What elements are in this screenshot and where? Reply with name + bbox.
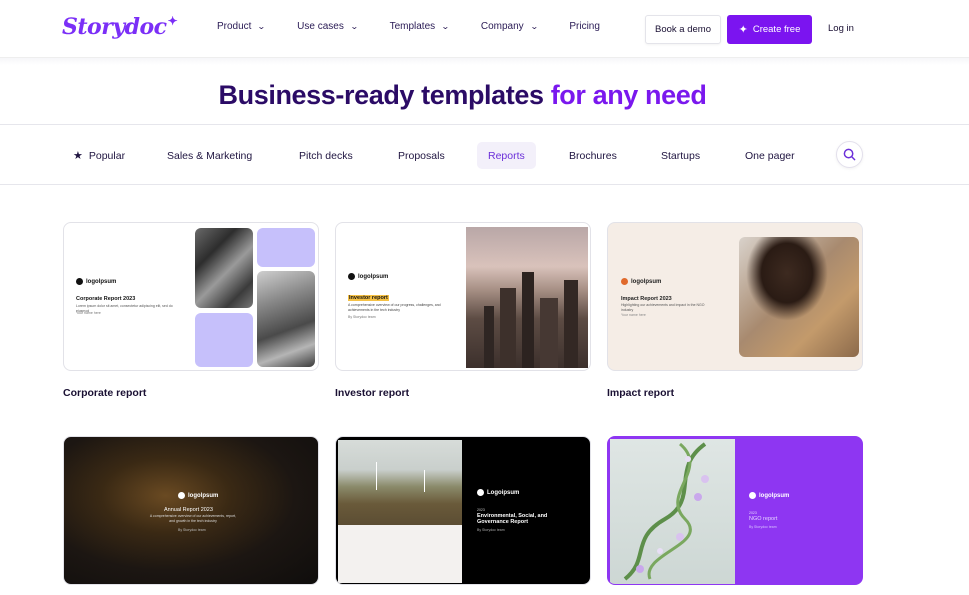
template-card-investor-report[interactable]: logolpsum Investor report A comprehensiv… [335, 222, 591, 371]
preview-logo: logolpsum [178, 492, 218, 499]
storydoc-logo[interactable]: Storydoc✦ [62, 14, 178, 40]
preview-body: A comprehensive overview of our progress… [348, 303, 441, 312]
search-button[interactable] [836, 141, 863, 168]
chevron-down-icon: ⌄ [529, 22, 539, 31]
tab-pitch-decks[interactable]: Pitch decks [288, 142, 364, 169]
preview-logo: logolpsum [621, 278, 661, 285]
sparkle-icon: ✦ [738, 24, 748, 36]
search-icon [843, 148, 856, 161]
chevron-down-icon: ⌄ [349, 22, 359, 31]
preview-meta: By Storydoc team [178, 528, 206, 532]
tab-sales-marketing[interactable]: Sales & Marketing [156, 142, 263, 169]
template-card-esg-report[interactable]: Logoipsum 2023 Environmental, Social, an… [335, 436, 591, 585]
menu-pricing[interactable]: Pricing [569, 21, 600, 32]
preview-photo [466, 227, 588, 368]
preview-meta: By Storydoc team [749, 525, 777, 529]
template-title[interactable]: Impact report [607, 387, 674, 399]
tab-brochures[interactable]: Brochures [558, 142, 628, 169]
preview-meta: Your name here [621, 313, 646, 317]
preview-logo: logolpsum [76, 278, 116, 285]
category-bar: ★ Popular Sales & Marketing Pitch decks P… [0, 124, 969, 185]
template-card-impact-report[interactable]: logolpsum Impact Report 2023 Highlightin… [607, 222, 863, 371]
preview-heading: Environmental, Social, and Governance Re… [477, 513, 548, 525]
star-icon: ★ [73, 150, 83, 162]
template-title[interactable]: Investor report [335, 387, 409, 399]
preview-photo [338, 440, 462, 525]
preview-meta: By Storydoc team [477, 528, 505, 532]
template-card-annual-report[interactable]: logolpsum Annual Report 2023 A comprehen… [63, 436, 319, 585]
preview-photo [195, 228, 253, 308]
template-card-corporate-report[interactable]: logolpsum Corporate Report 2023 Lorem ip… [63, 222, 319, 371]
preview-tile [257, 228, 315, 267]
tab-one-pager[interactable]: One pager [734, 142, 806, 169]
preview-body: A comprehensive overview of our achievem… [149, 514, 237, 523]
book-demo-button[interactable]: Book a demo [645, 15, 721, 44]
nav-shadow [0, 58, 969, 65]
tab-reports[interactable]: Reports [477, 142, 536, 169]
preview-heading: Corporate Report 2023 [76, 296, 136, 302]
menu-use-cases[interactable]: Use cases ⌄ [297, 21, 359, 32]
create-free-button[interactable]: ✦ Create free [727, 15, 812, 44]
tab-startups[interactable]: Startups [650, 142, 711, 169]
menu-company[interactable]: Company ⌄ [481, 21, 539, 32]
sparkle-icon: ✦ [167, 14, 178, 28]
preview-photo [739, 237, 859, 357]
page-title: Business-ready templates for any need [218, 80, 707, 110]
preview-photo [610, 439, 735, 584]
top-nav: Storydoc✦ Product ⌄ Use cases ⌄ Templates ⌄… [0, 0, 969, 58]
preview-logo: logolpsum [348, 273, 388, 280]
preview-heading: Impact Report 2023 [621, 296, 672, 302]
preview-logo: logolpsum [749, 492, 789, 499]
preview-body: Highlighting our achievements and impact… [621, 303, 705, 312]
preview-heading: Investor report [348, 295, 389, 301]
menu-templates[interactable]: Templates ⌄ [390, 21, 450, 32]
preview-photo [257, 271, 315, 367]
main-menu: Product ⌄ Use cases ⌄ Templates ⌄ Company ⌄ … [217, 21, 632, 32]
preview-tile [338, 525, 462, 583]
template-card-ngo-report[interactable]: logolpsum 2023 NGO report By Storydoc te… [607, 436, 863, 585]
preview-meta: Your name here [76, 311, 101, 315]
preview-logo: Logoipsum [477, 489, 519, 496]
tab-popular[interactable]: ★ Popular [62, 142, 136, 169]
chevron-down-icon: ⌄ [257, 22, 267, 31]
login-link[interactable]: Log in [828, 23, 854, 34]
menu-product[interactable]: Product ⌄ [217, 21, 267, 32]
preview-heading: NGO report [749, 516, 778, 522]
chevron-down-icon: ⌄ [441, 22, 450, 31]
preview-meta: By Storydoc team [348, 315, 376, 319]
preview-year: 2023 [749, 511, 757, 515]
preview-heading: Annual Report 2023 [164, 507, 213, 513]
preview-year: 2023 [477, 508, 485, 512]
tab-proposals[interactable]: Proposals [387, 142, 456, 169]
preview-tile [195, 313, 253, 367]
template-title[interactable]: Corporate report [63, 387, 146, 399]
dna-illustration [623, 442, 709, 581]
